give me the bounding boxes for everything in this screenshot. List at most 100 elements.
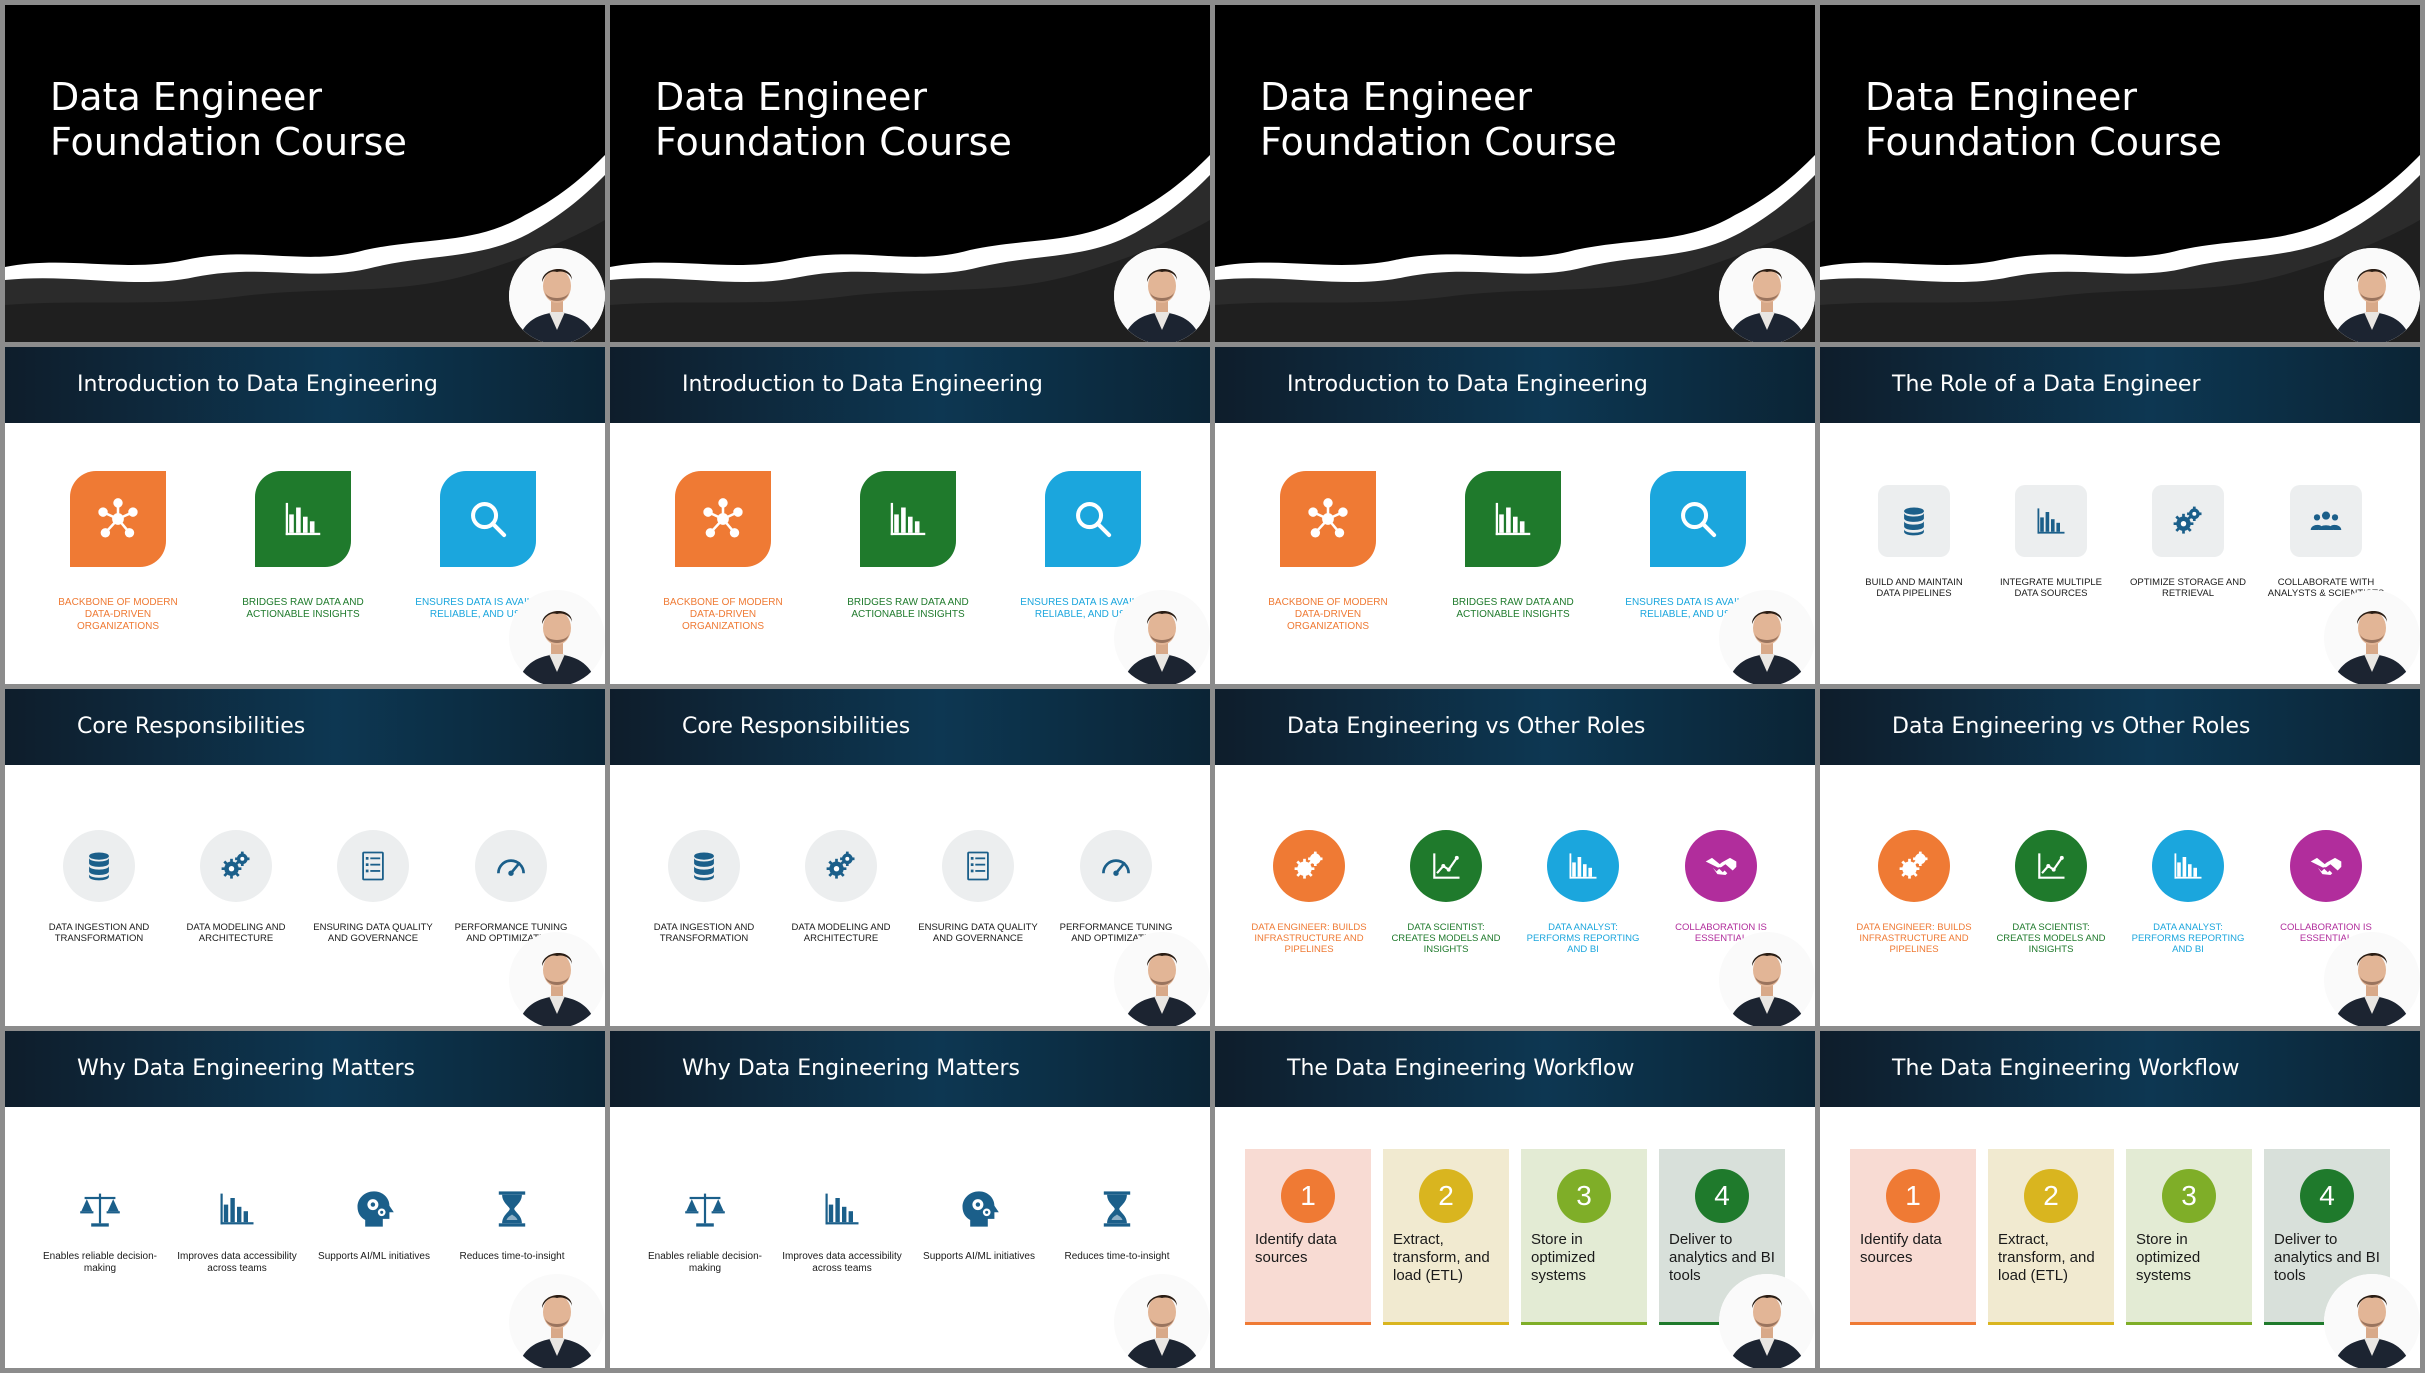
role-compare-circle: [2290, 830, 2362, 902]
search-icon: [1070, 496, 1116, 542]
presenter-avatar: [509, 1274, 605, 1368]
slide-title: Data Engineering vs Other Roles: [1892, 714, 2251, 739]
core-slide[interactable]: Core Responsibilities DATA INGESTION AND…: [610, 689, 1210, 1026]
step-number-badge: 4: [2300, 1169, 2354, 1223]
gear-icon: [1896, 848, 1932, 884]
core-slide[interactable]: Core Responsibilities DATA INGESTION AND…: [5, 689, 605, 1026]
slide-header: Core Responsibilities: [610, 689, 1210, 765]
gauge-icon: [493, 848, 529, 884]
course-title-line-1: Data Engineer: [1865, 75, 2138, 119]
intro-caption: BACKBONE OF MODERN DATA-DRIVEN ORGANIZAT…: [663, 597, 783, 632]
core-icon-circle: [337, 830, 409, 902]
step-accent-bar: [1245, 1322, 1371, 1325]
bar-chart-icon: [885, 496, 931, 542]
roles-compare-slide[interactable]: Data Engineering vs Other Roles DATA ENG…: [1820, 689, 2420, 1026]
workflow-slide[interactable]: The Data Engineering Workflow 1 Identify…: [1215, 1031, 1815, 1368]
slide-header: Why Data Engineering Matters: [5, 1031, 605, 1107]
step-accent-bar: [2126, 1322, 2252, 1325]
workflow-step-card: 2 Extract, transform, and load (ETL): [1988, 1149, 2114, 1325]
why-caption: Supports AI/ML initiatives: [923, 1251, 1035, 1262]
role-compare-caption: DATA ENGINEER: BUILDS INFRASTRUCTURE AND…: [1856, 922, 1972, 955]
step-number-badge: 2: [1419, 1169, 1473, 1223]
role-compare-caption: DATA ANALYST: PERFORMS REPORTING AND BI: [1526, 922, 1640, 955]
intro-caption: BRIDGES RAW DATA AND ACTIONABLE INSIGHTS: [847, 597, 969, 620]
slide-title: Introduction to Data Engineering: [1287, 372, 1648, 397]
bar-chart-icon: [2170, 848, 2206, 884]
intro-icon-tile: [440, 471, 536, 567]
role-caption: INTEGRATE MULTIPLE DATA SOURCES: [1999, 577, 2103, 599]
role-compare-caption: DATA SCIENTIST: CREATES MODELS AND INSIG…: [1391, 922, 1501, 955]
role-slide[interactable]: The Role of a Data Engineer BUILD AND MA…: [1820, 347, 2420, 684]
line-chart-icon: [2033, 848, 2069, 884]
why-slide[interactable]: Why Data Engineering Matters Enables rel…: [5, 1031, 605, 1368]
people-icon: [2308, 503, 2344, 539]
intro-slide[interactable]: Introduction to Data Engineering BACKBON…: [610, 347, 1210, 684]
line-chart-icon: [1428, 848, 1464, 884]
head-gears-icon: [957, 1187, 1001, 1231]
why-slide[interactable]: Why Data Engineering Matters Enables rel…: [610, 1031, 1210, 1368]
slide-header: Introduction to Data Engineering: [5, 347, 605, 423]
title-slide[interactable]: Data Engineer Foundation Course: [1215, 5, 1815, 342]
workflow-step-card: 2 Extract, transform, and load (ETL): [1383, 1149, 1509, 1325]
course-title-line-2: Foundation Course: [50, 120, 407, 164]
intro-slide[interactable]: Introduction to Data Engineering BACKBON…: [1215, 347, 1815, 684]
intro-caption: BRIDGES RAW DATA AND ACTIONABLE INSIGHTS: [1452, 597, 1574, 620]
intro-caption: BRIDGES RAW DATA AND ACTIONABLE INSIGHTS: [242, 597, 364, 620]
roles-compare-slide[interactable]: Data Engineering vs Other Roles DATA ENG…: [1215, 689, 1815, 1026]
step-number-badge: 4: [1695, 1169, 1749, 1223]
presenter-avatar: [1114, 590, 1210, 684]
handshake-icon: [1703, 848, 1739, 884]
head-gears-icon: [352, 1187, 396, 1231]
bar-chart-icon: [1490, 496, 1536, 542]
step-number-badge: 3: [1557, 1169, 1611, 1223]
presenter-avatar: [1114, 932, 1210, 1026]
presenter-avatar: [509, 932, 605, 1026]
core-caption: DATA INGESTION AND TRANSFORMATION: [48, 922, 150, 944]
step-number-badge: 1: [1886, 1169, 1940, 1223]
step-accent-bar: [1850, 1322, 1976, 1325]
slide-title: Core Responsibilities: [77, 714, 306, 739]
title-slide[interactable]: Data Engineer Foundation Course: [1820, 5, 2420, 342]
core-icon-circle: [1080, 830, 1152, 902]
why-caption: Supports AI/ML initiatives: [318, 1251, 430, 1262]
step-text: Identify data sources: [1255, 1231, 1337, 1266]
course-title-line-2: Foundation Course: [655, 120, 1012, 164]
database-icon: [1896, 503, 1932, 539]
slide-title: The Data Engineering Workflow: [1892, 1056, 2240, 1081]
slide-title: Why Data Engineering Matters: [77, 1056, 415, 1081]
bar-chart-icon: [820, 1187, 864, 1231]
presenter-avatar: [2324, 1274, 2420, 1368]
hub-icon: [700, 496, 746, 542]
presenter-avatar: [2324, 932, 2420, 1026]
why-caption: Enables reliable decision-making: [43, 1251, 157, 1274]
slide-grid: Data Engineer Foundation Course Data Eng…: [0, 0, 2425, 1373]
intro-icon-tile: [675, 471, 771, 567]
core-caption: DATA MODELING AND ARCHITECTURE: [791, 922, 891, 944]
step-text: Store in optimized systems: [2136, 1231, 2201, 1284]
intro-icon-tile: [1280, 471, 1376, 567]
course-title-line-1: Data Engineer: [655, 75, 928, 119]
title-slide[interactable]: Data Engineer Foundation Course: [5, 5, 605, 342]
presenter-avatar: [509, 248, 605, 342]
slide-title: Core Responsibilities: [682, 714, 911, 739]
workflow-slide[interactable]: The Data Engineering Workflow 1 Identify…: [1820, 1031, 2420, 1368]
core-icon-circle: [475, 830, 547, 902]
role-compare-caption: DATA SCIENTIST: CREATES MODELS AND INSIG…: [1996, 922, 2106, 955]
title-slide[interactable]: Data Engineer Foundation Course: [610, 5, 1210, 342]
step-number-badge: 3: [2162, 1169, 2216, 1223]
intro-icon-tile: [255, 471, 351, 567]
slide-header: The Data Engineering Workflow: [1820, 1031, 2420, 1107]
gear-icon: [218, 848, 254, 884]
role-compare-circle: [1685, 830, 1757, 902]
gear-icon: [823, 848, 859, 884]
presenter-avatar: [1719, 248, 1815, 342]
step-number-badge: 1: [1281, 1169, 1335, 1223]
core-icon-circle: [668, 830, 740, 902]
course-title-line-2: Foundation Course: [1865, 120, 2222, 164]
course-title: Data Engineer Foundation Course: [1865, 75, 2345, 165]
intro-slide[interactable]: Introduction to Data Engineering BACKBON…: [5, 347, 605, 684]
bar-chart-icon: [1565, 848, 1601, 884]
workflow-step-card: 3 Store in optimized systems: [1521, 1149, 1647, 1325]
presenter-avatar: [1719, 932, 1815, 1026]
hourglass-icon: [1095, 1187, 1139, 1231]
